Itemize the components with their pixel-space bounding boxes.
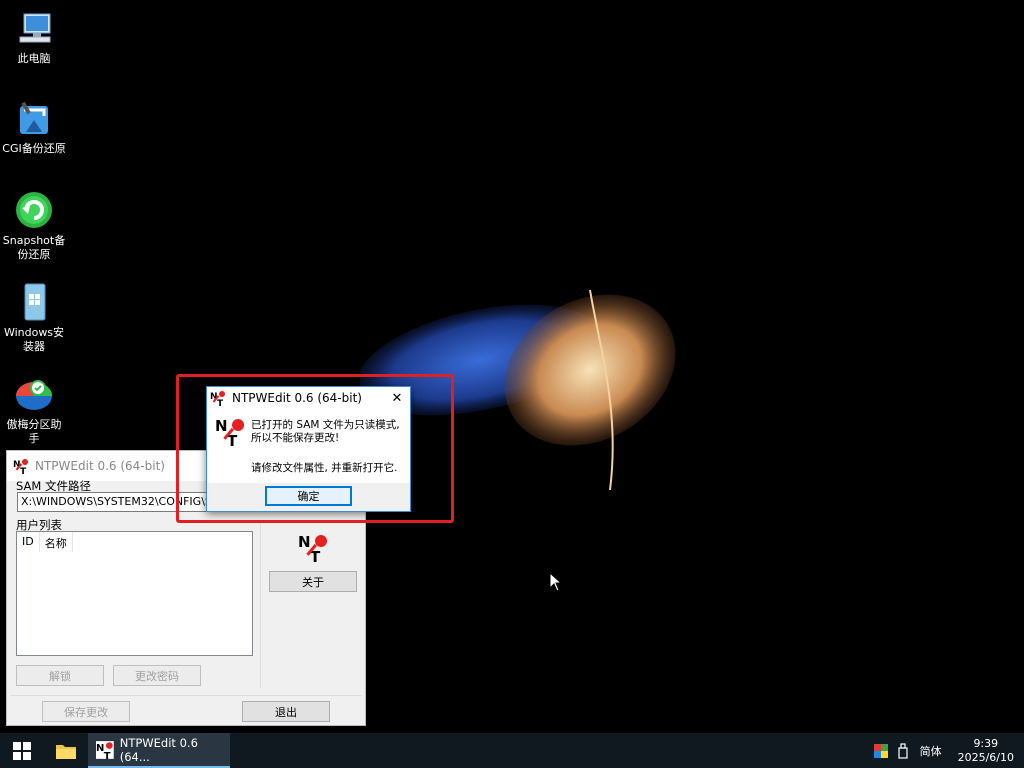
folder-icon (56, 744, 76, 759)
readonly-warning-dialog: N T NTPWEdit 0.6 (64-bit) ✕ N T 已打开的 SAM… (206, 386, 411, 512)
system-tray: 简体 9:39 2025/6/10 (873, 733, 1024, 768)
svg-text:N: N (298, 533, 311, 551)
exit-button[interactable]: 退出 (242, 701, 330, 722)
clock-time: 9:39 (973, 736, 999, 750)
ntpwedit-logo-icon: N T (210, 391, 225, 406)
desktop-icon-label: CGI备份还原 (2, 142, 66, 155)
dialog-title: NTPWEdit 0.6 (64-bit) (232, 391, 362, 405)
ntpwedit-logo-icon: N T (13, 459, 28, 474)
display-color-icon[interactable] (873, 743, 888, 758)
mouse-cursor-icon (549, 572, 563, 592)
partition-assistant-icon (16, 380, 52, 410)
about-button[interactable]: 关于 (269, 571, 357, 592)
computer-icon (19, 13, 51, 43)
desktop-icon-label: 傲梅分区助手 (6, 418, 62, 445)
taskbar-item-ntpwedit[interactable]: N T NTPWEdit 0.6 (64... (88, 733, 230, 768)
column-header-id[interactable]: ID (17, 532, 40, 552)
close-icon: ✕ (391, 390, 403, 406)
file-explorer-taskbar-button[interactable] (44, 733, 88, 768)
dialog-message-line1: 已打开的 SAM 文件为只读模式, (251, 419, 400, 431)
cgi-backup-icon (20, 101, 48, 134)
horizontal-divider (10, 695, 362, 696)
start-button[interactable] (0, 733, 44, 768)
desktop-icon-snapshot[interactable]: Snapshot备份还原 (0, 190, 68, 262)
user-list-table[interactable]: ID 名称 (16, 531, 253, 656)
taskbar: N T NTPWEdit 0.6 (64... 简体 9:39 2025/6/1… (0, 733, 1024, 768)
svg-text:T: T (20, 467, 27, 474)
feather-wallpaper-image (360, 289, 676, 491)
ntpwedit-large-logo-icon: N T (215, 417, 244, 447)
snapshot-icon (16, 192, 52, 228)
windows-logo-icon (13, 741, 31, 760)
vertical-divider (260, 523, 261, 688)
save-changes-button[interactable]: 保存更改 (42, 701, 130, 722)
ime-indicator[interactable]: 简体 (920, 743, 942, 759)
desktop-icon-label: Windows安装器 (3, 326, 65, 353)
windows-installer-icon (24, 283, 46, 321)
svg-text:N: N (215, 417, 228, 435)
desktop-icon-label: 此电脑 (17, 52, 51, 65)
svg-text:T: T (217, 399, 224, 406)
ntpwedit-large-logo-icon: N T (298, 533, 327, 563)
clock[interactable]: 9:39 2025/6/10 (950, 737, 1024, 765)
usb-drive-icon[interactable] (897, 742, 908, 759)
ntpwedit-logo-icon: N T (96, 740, 114, 759)
dialog-message: 已打开的 SAM 文件为只读模式, 所以不能保存更改! (251, 419, 407, 445)
column-header-name[interactable]: 名称 (40, 532, 73, 552)
user-list-header: ID 名称 (17, 532, 252, 552)
desktop-icon-windows-installer[interactable]: Windows安装器 (0, 282, 68, 354)
svg-text:T: T (104, 750, 111, 758)
change-password-button[interactable]: 更改密码 (113, 665, 201, 686)
desktop-icon-partition-assistant[interactable]: 傲梅分区助手 (0, 374, 68, 446)
dialog-message-line3: 请修改文件属性, 并重新打开它. (251, 462, 398, 474)
taskbar-item-label: NTPWEdit 0.6 (64... (119, 735, 198, 764)
desktop-icon-cgi-backup[interactable]: CGI备份还原 (0, 98, 68, 156)
desktop-icon-label: Snapshot备份还原 (2, 234, 66, 261)
unlock-button[interactable]: 解锁 (16, 665, 104, 686)
clock-date: 2025/6/10 (957, 750, 1014, 764)
main-window-title: NTPWEdit 0.6 (64-bit) (35, 459, 165, 473)
dialog-titlebar[interactable]: N T NTPWEdit 0.6 (64-bit) (207, 387, 410, 409)
dialog-body: N T 已打开的 SAM 文件为只读模式, 所以不能保存更改! 请修改文件属性,… (207, 409, 410, 483)
desktop-icon-this-pc[interactable]: 此电脑 (0, 8, 68, 66)
dialog-close-button[interactable]: ✕ (388, 389, 406, 407)
dialog-message-line2: 所以不能保存更改! (251, 432, 340, 444)
ok-button[interactable]: 确定 (265, 486, 352, 506)
